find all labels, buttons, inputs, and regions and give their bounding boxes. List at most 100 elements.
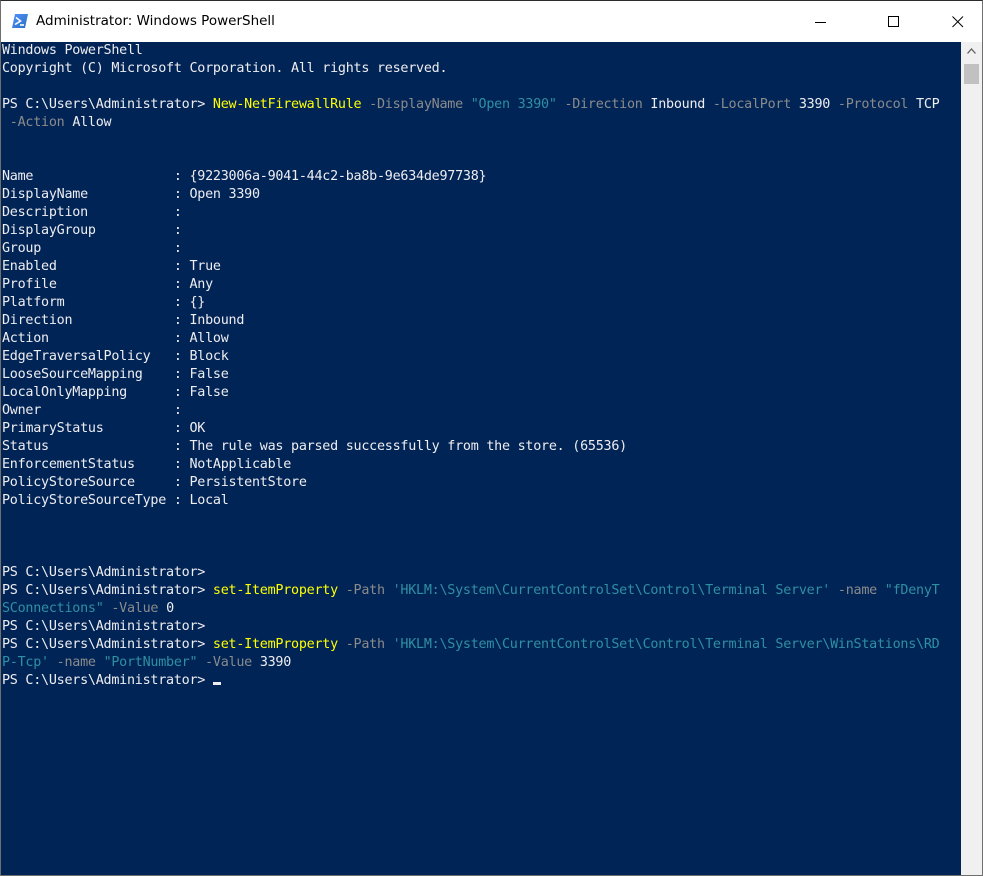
output-row: Platform : {} <box>2 294 205 312</box>
parameter: -Path <box>337 637 393 652</box>
string-value: "fDenyT <box>884 583 940 598</box>
cmdlet: New-NetFirewallRule <box>212 97 362 112</box>
output-value: The rule was parsed successfully from th… <box>189 439 628 454</box>
string-value: 'HKLM:\System\CurrentControlSet\Control\… <box>392 583 831 598</box>
output-key: Name <box>2 169 174 184</box>
scroll-up-button[interactable] <box>961 42 982 60</box>
command-line-wrap: -Action Allow <box>2 114 112 132</box>
parameter: -Value <box>103 601 167 616</box>
output-value: Any <box>189 277 214 292</box>
output-key: EdgeTraversalPolicy <box>2 349 174 364</box>
output-row: DisplayGroup : <box>2 222 182 240</box>
minimize-icon <box>815 22 826 23</box>
scroll-thumb[interactable] <box>964 64 979 84</box>
maximize-button[interactable] <box>871 1 917 42</box>
string-value: "Open 3390" <box>470 97 557 112</box>
output-separator: : <box>173 313 190 328</box>
powershell-window: Administrator: Windows PowerShell Window… <box>0 0 983 876</box>
output-key: Group <box>2 241 174 256</box>
output-separator: : <box>173 421 190 436</box>
command-line: PS C:\Users\Administrator> set-ItemPrope… <box>2 582 940 600</box>
cmdlet: set-ItemProperty <box>212 637 338 652</box>
output-separator: : <box>173 457 190 472</box>
output-value: {} <box>189 295 206 310</box>
banner-title: Windows PowerShell <box>2 43 143 58</box>
parameter: -name <box>48 655 104 670</box>
output-separator: : <box>173 187 190 202</box>
output-row: Group : <box>2 240 182 258</box>
output-row: PolicyStoreSource : PersistentStore <box>2 474 307 492</box>
parameter: -Action <box>2 115 73 130</box>
output-separator: : <box>173 241 182 256</box>
chevron-up-icon <box>967 48 976 54</box>
argument: Allow <box>72 115 112 130</box>
output-row: Description : <box>2 204 182 222</box>
output-separator: : <box>173 349 190 364</box>
output-separator: : <box>173 403 182 418</box>
parameter: -Direction <box>556 97 651 112</box>
output-value: False <box>189 367 229 382</box>
command-line: PS C:\Users\Administrator> New-NetFirewa… <box>2 96 940 114</box>
command-line-wrap: P-Tcp' -name "PortNumber" -Value 3390 <box>2 654 291 672</box>
string-value: "PortNumber" <box>103 655 198 670</box>
output-row: LocalOnlyMapping : False <box>2 384 229 402</box>
output-separator: : <box>173 205 182 220</box>
output-key: DisplayName <box>2 187 174 202</box>
output-row: PrimaryStatus : OK <box>2 420 205 438</box>
parameter: -Path <box>337 583 393 598</box>
title-bar[interactable]: Administrator: Windows PowerShell <box>1 1 982 42</box>
output-value: True <box>189 259 222 274</box>
output-separator: : <box>173 475 190 490</box>
active-prompt-line[interactable]: PS C:\Users\Administrator> <box>2 672 221 690</box>
console-output[interactable]: Windows PowerShell Copyright (C) Microso… <box>1 42 961 875</box>
parameter: -LocalPort <box>705 97 799 112</box>
parameter: -name <box>830 583 885 598</box>
output-value: False <box>189 385 229 400</box>
output-row: DisplayName : Open 3390 <box>2 186 260 204</box>
output-row: Profile : Any <box>2 276 213 294</box>
prompt: PS C:\Users\Administrator> <box>2 619 206 634</box>
output-key: Action <box>2 331 174 346</box>
output-key: PrimaryStatus <box>2 421 174 436</box>
output-key: Platform <box>2 295 174 310</box>
output-key: Owner <box>2 403 174 418</box>
parameter: -Value <box>197 655 260 670</box>
output-separator: : <box>173 169 190 184</box>
output-value: Block <box>189 349 229 364</box>
output-value: NotApplicable <box>189 457 292 472</box>
text-cursor <box>212 682 221 685</box>
output-value: {9223006a-9041-44c2-ba8b-9e634de97738} <box>189 169 487 184</box>
prompt: PS C:\Users\Administrator> <box>2 565 206 580</box>
vertical-scrollbar[interactable] <box>961 42 982 875</box>
argument: TCP <box>916 97 940 112</box>
prompt: PS C:\Users\Administrator> <box>2 637 213 652</box>
close-button[interactable] <box>935 1 981 42</box>
output-key: Status <box>2 439 174 454</box>
output-separator: : <box>173 259 190 274</box>
prompt: PS C:\Users\Administrator> <box>2 97 213 112</box>
command-line: PS C:\Users\Administrator> set-ItemPrope… <box>2 636 940 654</box>
output-row: Action : Allow <box>2 330 229 348</box>
output-row: Name : {9223006a-9041-44c2-ba8b-9e634de9… <box>2 168 487 186</box>
output-row: PolicyStoreSourceType : Local <box>2 492 229 510</box>
output-row: LooseSourceMapping : False <box>2 366 229 384</box>
output-key: Direction <box>2 313 174 328</box>
output-separator: : <box>173 223 182 238</box>
parameter: -Protocol <box>830 97 917 112</box>
output-value: Open 3390 <box>189 187 261 202</box>
banner-line: Copyright (C) Microsoft Corporation. All… <box>2 60 448 78</box>
argument: 3390 <box>798 97 831 112</box>
output-row: Status : The rule was parsed successfull… <box>2 438 627 456</box>
output-separator: : <box>173 493 190 508</box>
output-key: PolicyStoreSourceType <box>2 493 174 508</box>
output-key: PolicyStoreSource <box>2 475 174 490</box>
output-separator: : <box>173 385 190 400</box>
close-icon <box>952 16 964 28</box>
output-value: PersistentStore <box>189 475 307 490</box>
output-separator: : <box>173 439 190 454</box>
output-key: Profile <box>2 277 174 292</box>
minimize-button[interactable] <box>798 1 844 42</box>
output-key: Description <box>2 205 174 220</box>
output-row: Direction : Inbound <box>2 312 244 330</box>
output-value: OK <box>189 421 206 436</box>
